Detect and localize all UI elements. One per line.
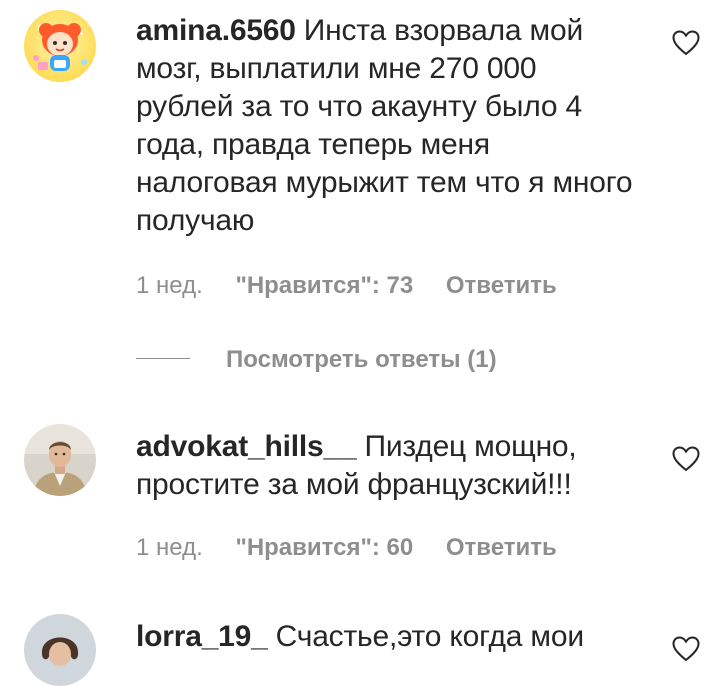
comment-username[interactable]: advokat_hills__ xyxy=(136,430,357,463)
reply-button[interactable]: Ответить xyxy=(446,534,557,561)
comment-meta: 1 нед. "Нравится": 73 Ответить xyxy=(136,272,557,300)
heart-outline-icon[interactable] xyxy=(672,636,700,662)
comment-likes[interactable]: "Нравится": 60 xyxy=(235,534,413,561)
view-replies-button[interactable]: Посмотреть ответы (1) xyxy=(136,346,497,374)
divider-line xyxy=(136,358,190,360)
comment-meta: 1 нед. "Нравится": 60 Ответить xyxy=(136,534,557,562)
comment-body: Счастье,это когда мои xyxy=(275,620,584,653)
comment-time[interactable]: 1 нед. xyxy=(136,534,203,561)
avatar[interactable] xyxy=(24,10,96,82)
comment-username[interactable]: lorra_19_ xyxy=(136,620,268,653)
comment-username[interactable]: amina.6560 xyxy=(136,14,296,47)
comment-time[interactable]: 1 нед. xyxy=(136,272,203,299)
comment-likes[interactable]: "Нравится": 73 xyxy=(235,272,413,299)
comment-text-block: lorra_19_ Счастье,это когда мои xyxy=(136,618,636,656)
person-photo-avatar xyxy=(24,424,96,496)
avatar[interactable] xyxy=(24,614,96,686)
cartoon-avatar-icon xyxy=(24,10,96,82)
avatar[interactable] xyxy=(24,424,96,496)
heart-outline-icon[interactable] xyxy=(672,446,700,472)
comment-body: Инста взорвала мой мозг, выплатили мне 2… xyxy=(136,14,633,237)
view-replies-label: Посмотреть ответы (1) xyxy=(226,346,497,373)
comment-text-block: amina.6560 Инста взорвала мой мозг, выпла… xyxy=(136,12,636,240)
person-photo-avatar xyxy=(24,614,96,686)
heart-outline-icon[interactable] xyxy=(672,30,700,56)
reply-button[interactable]: Ответить xyxy=(446,272,557,299)
comment-text-block: advokat_hills__ Пиздец мощно, простите за… xyxy=(136,428,636,504)
